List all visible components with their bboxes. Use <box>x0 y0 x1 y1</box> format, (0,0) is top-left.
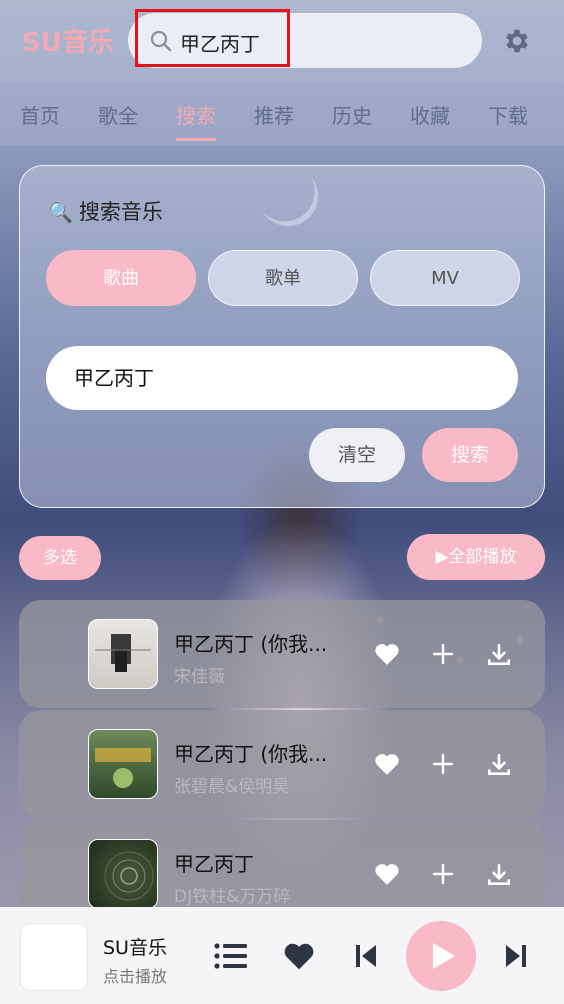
play-all-button[interactable]: ▶全部播放 <box>407 534 545 580</box>
search-button[interactable]: 搜索 <box>422 428 518 482</box>
download-icon[interactable] <box>486 752 512 782</box>
tab-recommend[interactable]: 推荐 <box>254 100 294 129</box>
type-playlist-button[interactable]: 歌单 <box>208 250 358 306</box>
song-row[interactable]: 甲乙丙丁 (你我... 张碧晨&侯明昊 <box>19 710 545 818</box>
highlight-box <box>135 9 290 67</box>
tab-history[interactable]: 历史 <box>332 100 372 129</box>
heart-icon[interactable] <box>283 941 315 975</box>
play-button[interactable] <box>406 921 476 991</box>
player-cover <box>20 923 88 991</box>
play-icon: ▶ <box>435 547 449 567</box>
player-bar[interactable]: SU音乐 点击播放 <box>0 907 564 1004</box>
search-panel: 🔍 搜索音乐 歌曲 歌单 MV 甲乙丙丁 清空 搜索 <box>19 165 545 508</box>
add-icon[interactable] <box>431 752 455 780</box>
album-cover <box>88 839 158 909</box>
active-tab-indicator <box>176 138 216 141</box>
tab-downloads[interactable]: 下载 <box>488 100 528 129</box>
type-song-button[interactable]: 歌曲 <box>46 250 196 306</box>
album-cover <box>88 729 158 799</box>
download-icon[interactable] <box>486 642 512 672</box>
tab-home[interactable]: 首页 <box>20 100 60 129</box>
add-icon[interactable] <box>431 862 455 890</box>
tab-search[interactable]: 搜索 <box>176 100 216 129</box>
play-icon <box>433 943 455 969</box>
tab-all-songs[interactable]: 歌全 <box>98 100 138 129</box>
song-title: 甲乙丙丁 <box>174 852 254 876</box>
type-mv-button[interactable]: MV <box>370 250 520 306</box>
player-title: SU音乐 <box>103 937 167 959</box>
song-artist: 张碧晨&侯明昊 <box>174 777 290 797</box>
heart-icon[interactable] <box>374 862 400 890</box>
song-title: 甲乙丙丁 (你我... <box>174 632 328 656</box>
app-header: SU音乐 甲乙丙丁 <box>0 0 564 82</box>
clear-button[interactable]: 清空 <box>309 428 405 482</box>
play-all-label: 全部播放 <box>448 547 517 567</box>
previous-icon[interactable] <box>354 943 378 973</box>
tab-favorites[interactable]: 收藏 <box>410 100 450 129</box>
heart-icon[interactable] <box>374 642 400 670</box>
app-title: SU音乐 <box>22 28 114 58</box>
nav-tabs: 首页 歌全 搜索 推荐 历史 收藏 下载 <box>0 82 564 146</box>
heart-icon[interactable] <box>374 752 400 780</box>
multi-select-button[interactable]: 多选 <box>19 536 101 580</box>
player-status: 点击播放 <box>103 967 168 986</box>
magnifier-icon: 🔍 <box>48 200 73 224</box>
download-icon[interactable] <box>486 862 512 892</box>
album-cover <box>88 619 158 689</box>
panel-title-text: 搜索音乐 <box>78 200 163 224</box>
next-icon[interactable] <box>504 943 528 973</box>
song-title: 甲乙丙丁 (你我... <box>174 742 328 766</box>
query-field[interactable]: 甲乙丙丁 <box>46 346 518 410</box>
song-row[interactable]: 甲乙丙丁 (你我... 宋佳薇 <box>19 600 545 708</box>
song-artist: 宋佳薇 <box>174 667 225 687</box>
panel-title: 🔍 搜索音乐 <box>48 196 163 226</box>
gear-icon[interactable] <box>502 26 532 60</box>
playlist-icon[interactable] <box>214 942 248 974</box>
add-icon[interactable] <box>431 642 455 670</box>
song-artist: DJ铁柱&万万碎 <box>174 887 291 907</box>
